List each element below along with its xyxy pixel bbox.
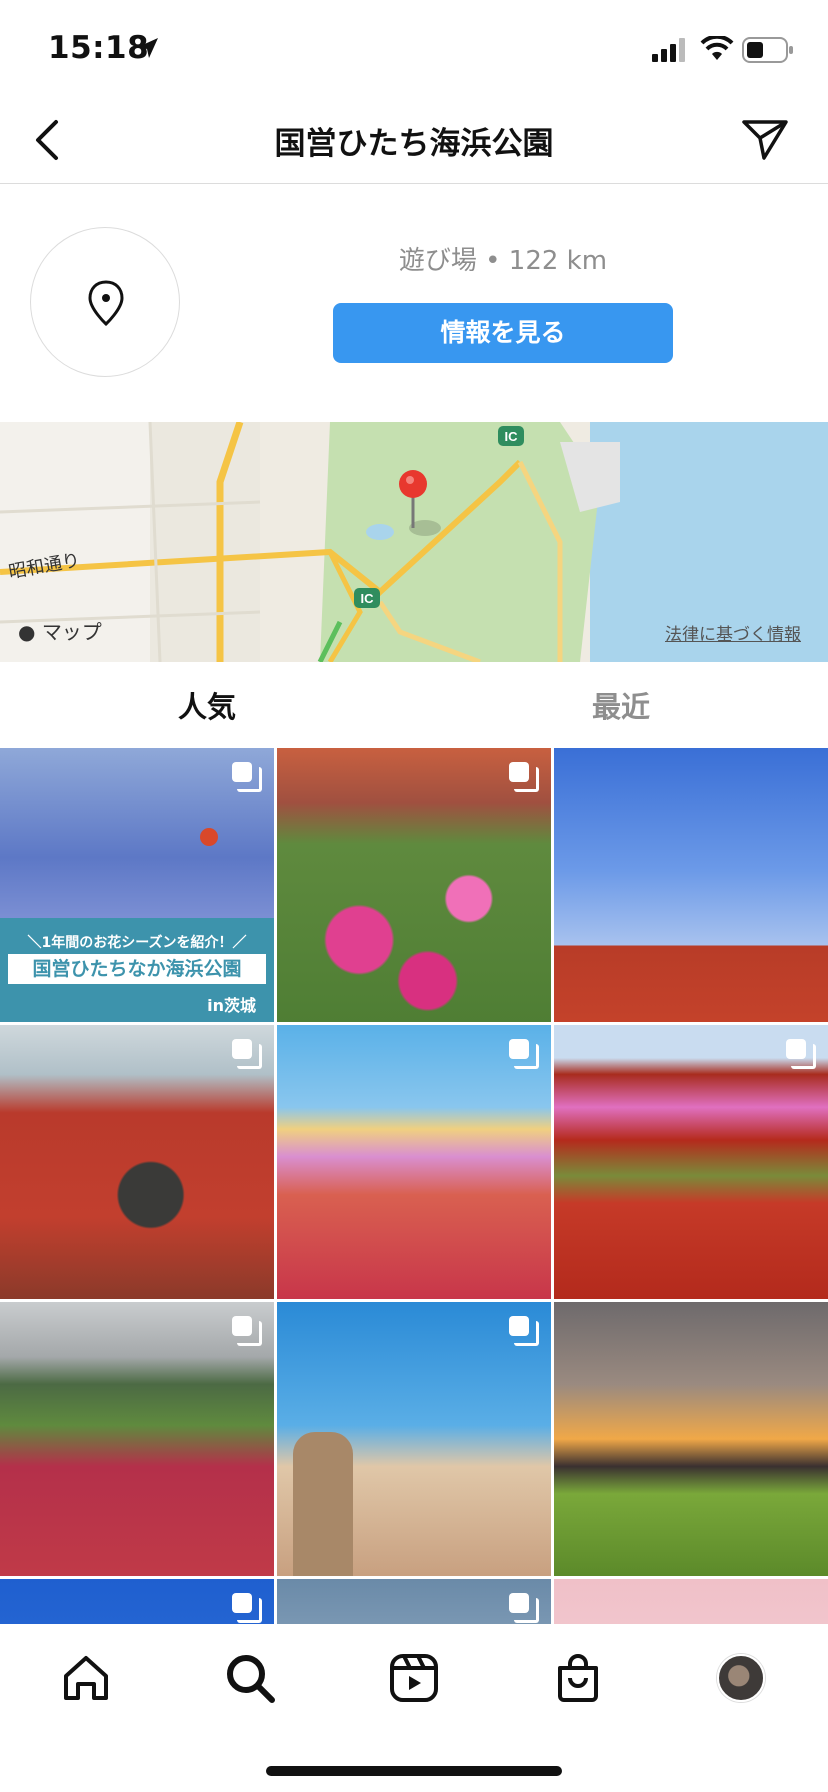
post-thumbnail-11[interactable] bbox=[277, 1579, 551, 1624]
home-icon[interactable] bbox=[58, 1650, 114, 1706]
signal-icon bbox=[652, 38, 685, 62]
tab-popular[interactable]: 人気 bbox=[0, 684, 414, 726]
apple-maps-logo: ● マップ bbox=[18, 616, 102, 645]
view-info-button[interactable]: 情報を見る bbox=[333, 303, 673, 363]
bottom-nav bbox=[0, 1624, 828, 1792]
paper-plane-icon[interactable] bbox=[740, 116, 790, 162]
post-1-banner-top: ＼1年間のお花シーズンを紹介！／ bbox=[27, 935, 247, 951]
post-thumbnail-8[interactable] bbox=[277, 1302, 551, 1576]
location-subtitle: 遊び場 • 122 km bbox=[398, 246, 608, 276]
post-thumbnail-3[interactable] bbox=[554, 748, 828, 1022]
profile-avatar[interactable] bbox=[717, 1654, 765, 1702]
post-thumbnail-10[interactable] bbox=[0, 1579, 274, 1624]
post-thumbnail-6[interactable] bbox=[554, 1025, 828, 1299]
carousel-icon bbox=[232, 1316, 262, 1346]
carousel-icon bbox=[232, 1593, 262, 1623]
post-thumbnail-4[interactable] bbox=[0, 1025, 274, 1299]
location-avatar bbox=[30, 227, 180, 377]
post-thumbnail-7[interactable] bbox=[0, 1302, 274, 1576]
post-1-banner-sub: in茨城 bbox=[207, 996, 256, 1015]
home-indicator bbox=[266, 1766, 562, 1776]
search-icon[interactable] bbox=[222, 1650, 278, 1706]
post-thumbnail-2[interactable] bbox=[277, 748, 551, 1022]
carousel-icon bbox=[786, 1039, 816, 1069]
carousel-icon bbox=[509, 1039, 539, 1069]
page-title: 国営ひたち海浜公園 bbox=[274, 126, 554, 162]
carousel-icon bbox=[232, 1039, 262, 1069]
shop-icon[interactable] bbox=[550, 1650, 606, 1706]
tab-recent[interactable]: 最近 bbox=[414, 684, 828, 726]
map-badge-ic-2: IC bbox=[361, 591, 375, 606]
post-8-person bbox=[293, 1432, 353, 1576]
status-time: 15:18 bbox=[48, 30, 150, 66]
map-badge-ic-1: IC bbox=[505, 429, 519, 444]
post-1-banner-main: 国営ひたちなか海浜公園 bbox=[8, 954, 266, 984]
wifi-icon bbox=[700, 36, 734, 60]
carousel-icon bbox=[232, 762, 262, 792]
reels-icon[interactable] bbox=[386, 1650, 442, 1706]
post-1-flower bbox=[200, 828, 218, 846]
carousel-icon bbox=[509, 762, 539, 792]
header: 国営ひたち海浜公園 bbox=[0, 96, 828, 184]
post-thumbnail-1[interactable]: ＼1年間のお花シーズンを紹介！／ 国営ひたちなか海浜公園 in茨城 bbox=[0, 748, 274, 1022]
apple-logo-icon: ● bbox=[18, 620, 36, 644]
carousel-icon bbox=[509, 1316, 539, 1346]
post-1-banner: ＼1年間のお花シーズンを紹介！／ 国営ひたちなか海浜公園 in茨城 bbox=[0, 918, 274, 1022]
battery-icon bbox=[742, 37, 793, 63]
post-grid: ＼1年間のお花シーズンを紹介！／ 国営ひたちなか海浜公園 in茨城 bbox=[0, 748, 828, 1624]
carousel-icon bbox=[509, 1593, 539, 1623]
location-arrow-icon bbox=[138, 38, 158, 58]
post-thumbnail-9[interactable] bbox=[554, 1302, 828, 1576]
map-pin-icon bbox=[88, 280, 124, 327]
tab-bar: 人気 最近 bbox=[0, 662, 828, 746]
map-legal-link[interactable]: 法律に基づく情報 bbox=[665, 620, 801, 645]
post-thumbnail-12[interactable] bbox=[554, 1579, 828, 1624]
post-thumbnail-5[interactable] bbox=[277, 1025, 551, 1299]
map-brand-label: マップ bbox=[41, 620, 102, 644]
status-bar: 15:18 bbox=[0, 0, 828, 96]
map-preview[interactable]: IC IC 昭和通り ● マップ 法律に基づく情報 bbox=[0, 422, 828, 662]
